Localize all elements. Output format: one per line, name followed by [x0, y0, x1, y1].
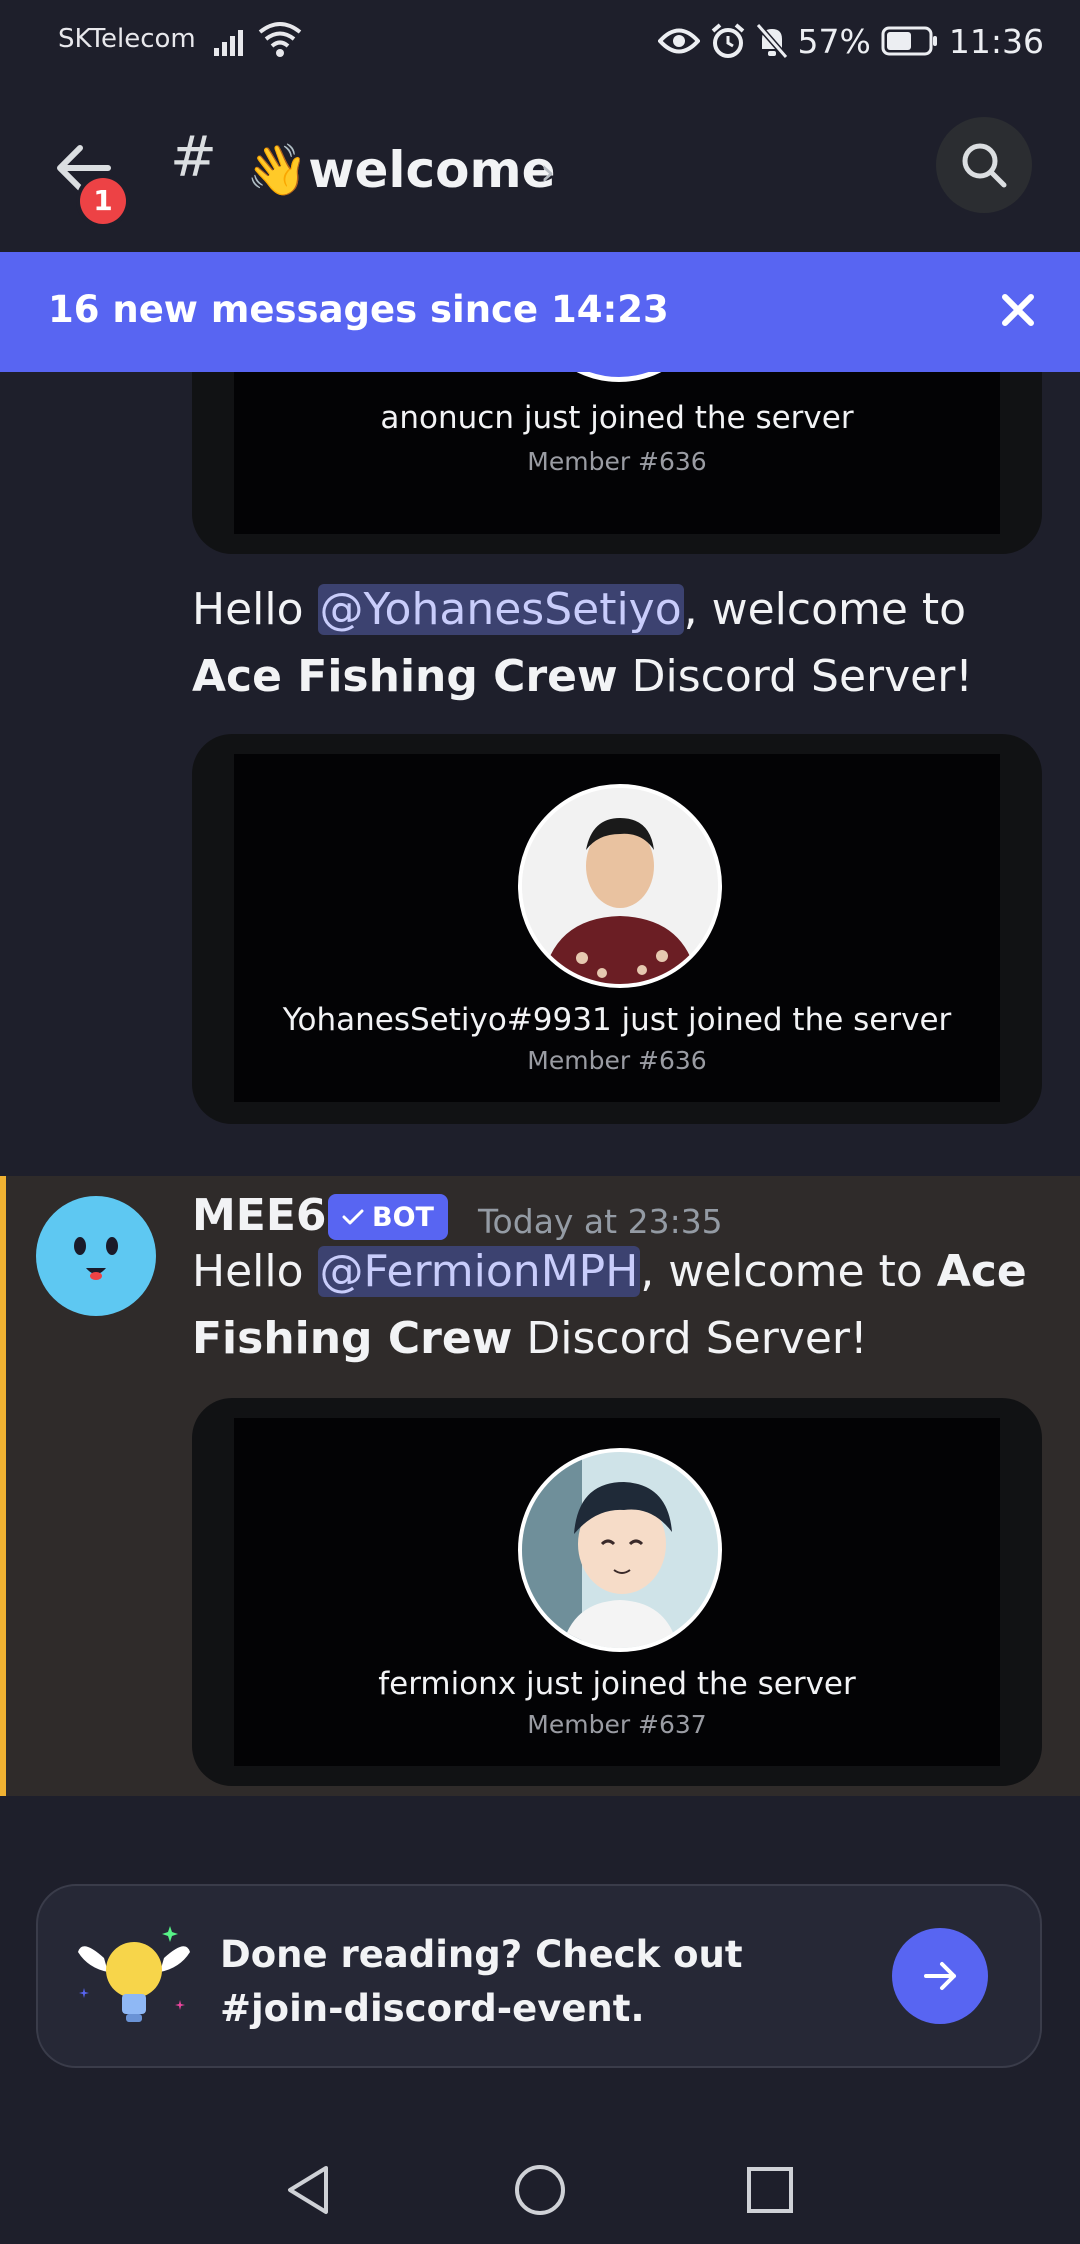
join-card-name: fermionx just joined the server: [378, 1666, 856, 1702]
join-card[interactable]: YohanesSetiyo#9931 just joined the serve…: [192, 734, 1042, 1124]
system-nav-bar: [0, 2120, 1080, 2244]
highlight-bar: [0, 1176, 6, 1796]
timestamp: Today at 23:35: [478, 1202, 723, 1241]
join-card-name: YohanesSetiyo#9931 just joined the serve…: [282, 1002, 952, 1038]
chevron-right-icon[interactable]: ›: [540, 150, 555, 194]
avatar: [524, 372, 714, 382]
avatar: [518, 1448, 722, 1652]
check-icon: [342, 1209, 364, 1225]
join-card-image: YohanesSetiyo#9931 just joined the serve…: [234, 754, 1000, 1102]
user-mention[interactable]: @YohanesSetiyo: [317, 584, 684, 635]
channel-title[interactable]: 👋welcome: [246, 140, 556, 200]
message-text-part: Hello: [192, 1246, 318, 1297]
nav-recents-icon[interactable]: [740, 2160, 800, 2220]
alarm-icon: [711, 23, 744, 58]
nav-back-icon[interactable]: [280, 2160, 340, 2220]
arrow-right-icon: [924, 1962, 956, 1990]
nav-home-icon[interactable]: [510, 2160, 570, 2220]
mee6-face-icon: [74, 1237, 118, 1280]
done-reading-text: Done reading? Check out #join-discord-ev…: [220, 1933, 743, 2030]
join-card-image: fermionx just joined the server Member #…: [234, 1418, 1000, 1766]
close-icon: [1002, 294, 1034, 326]
message-text-part: Discord Server!: [617, 651, 973, 702]
bot-tag-label: BOT: [372, 1201, 434, 1233]
message-text-part: , welcome to: [683, 584, 967, 635]
status-bar: SKTelecom 57% 11:36: [0, 0, 1080, 84]
avatar: [518, 784, 722, 988]
avatar[interactable]: [36, 1196, 156, 1316]
user-mention[interactable]: @FermionMPH: [317, 1246, 641, 1297]
eye-icon: [657, 28, 700, 54]
join-card-image: anonucn just joined the server Member #6…: [234, 372, 1000, 534]
search-icon: [962, 143, 1007, 188]
join-card-name: anonucn just joined the server: [380, 400, 854, 436]
battery-icon: [881, 26, 937, 56]
server-name: Ace Fishing Crew: [192, 651, 618, 702]
carrier-label: SKTelecom: [58, 24, 196, 54]
search-button[interactable]: [936, 117, 1032, 213]
battery-percent: 57%: [797, 21, 871, 61]
bot-tag: BOT: [328, 1194, 448, 1240]
done-reading-prompt[interactable]: Done reading? Check out #join-discord-ev…: [36, 1884, 1042, 2068]
join-card-member-number: Member #637: [527, 1710, 707, 1739]
bell-muted-icon: [755, 23, 788, 59]
author-name[interactable]: MEE6: [192, 1190, 327, 1241]
lightbulb-wings-icon: [78, 1926, 190, 2022]
go-to-channel-button[interactable]: [892, 1928, 988, 2024]
message-text-part: Hello: [192, 584, 318, 635]
highlighted-message[interactable]: MEE6 BOT Today at 23:35 Hello @FermionMP…: [0, 1176, 1080, 1796]
new-messages-banner[interactable]: 16 new messages since 14:23: [0, 252, 1080, 372]
unread-badge: 1: [80, 178, 126, 224]
hash-icon: #: [170, 125, 217, 190]
join-card-member-number: Member #636: [527, 1046, 707, 1075]
join-card-member-number: Member #636: [527, 447, 707, 476]
join-card: anonucn just joined the server Member #6…: [192, 372, 1042, 554]
signal-icon: [214, 30, 243, 56]
message-text-part: , welcome to: [640, 1246, 937, 1297]
message-feed[interactable]: anonucn just joined the server Member #6…: [0, 372, 1080, 1872]
message-text: Hello @YohanesSetiyo, welcome to Ace Fis…: [192, 576, 1052, 710]
message-text: Hello @FermionMPH, welcome to Ace Fishin…: [192, 1238, 1052, 1372]
new-messages-text: 16 new messages since 14:23: [48, 288, 669, 331]
person-photo-icon: [522, 788, 718, 984]
message-text-part: Discord Server!: [512, 1313, 868, 1364]
anime-avatar-icon: [522, 1452, 718, 1648]
clock: 11:36: [948, 21, 1044, 61]
join-card[interactable]: fermionx just joined the server Member #…: [192, 1398, 1042, 1786]
close-banner-button[interactable]: [986, 278, 1050, 342]
wifi-icon: [258, 22, 302, 57]
